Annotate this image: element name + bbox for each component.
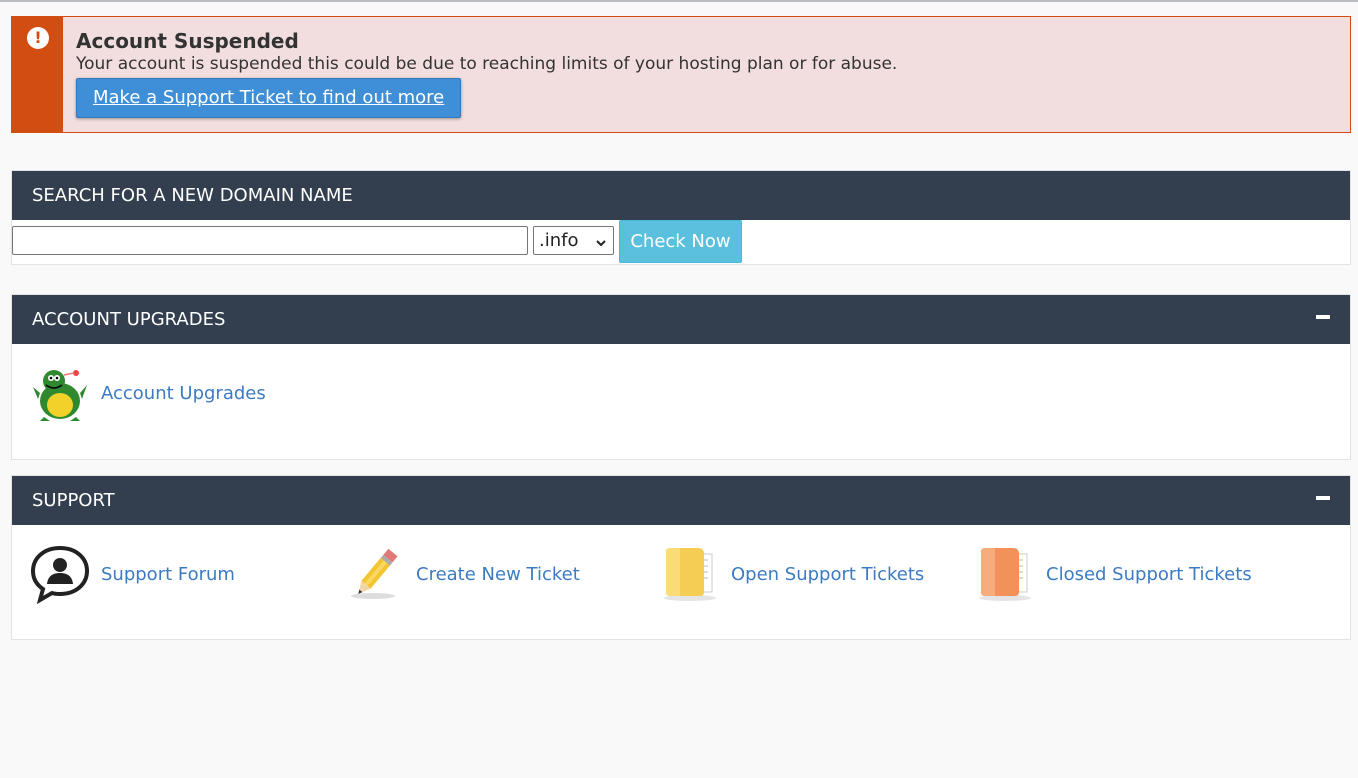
create-new-ticket-label: Create New Ticket xyxy=(416,563,580,585)
open-support-tickets-link[interactable]: Open Support Tickets xyxy=(660,544,924,604)
support-title: SUPPORT xyxy=(32,490,115,511)
collapse-toggle-icon[interactable] xyxy=(1316,315,1330,319)
exclamation-icon: ! xyxy=(27,27,49,49)
account-upgrades-link[interactable]: Account Upgrades xyxy=(30,363,266,423)
chevron-down-icon xyxy=(595,232,607,259)
domain-search-panel: SEARCH FOR A NEW DOMAIN NAME .info Check… xyxy=(11,170,1351,265)
pencil-icon xyxy=(345,544,405,604)
domain-search-input[interactable] xyxy=(12,226,528,255)
account-upgrades-title: ACCOUNT UPGRADES xyxy=(32,309,226,330)
alert-message: Your account is suspended this could be … xyxy=(76,54,898,74)
suspension-alert: ! Account Suspended Your account is susp… xyxy=(11,16,1351,133)
yellow-folder-icon xyxy=(660,544,720,604)
collapse-toggle-icon[interactable] xyxy=(1316,496,1330,500)
chat-bubble-user-icon xyxy=(30,544,90,605)
alert-side-bar: ! xyxy=(12,17,63,132)
domain-search-header: SEARCH FOR A NEW DOMAIN NAME xyxy=(12,171,1350,220)
account-upgrades-header: ACCOUNT UPGRADES xyxy=(12,295,1350,344)
alert-title: Account Suspended xyxy=(76,29,299,53)
closed-support-tickets-link[interactable]: Closed Support Tickets xyxy=(975,544,1252,604)
support-ticket-button[interactable]: Make a Support Ticket to find out more xyxy=(76,78,462,118)
create-new-ticket-link[interactable]: Create New Ticket xyxy=(345,544,580,604)
support-panel: SUPPORT Support Forum Create New Ticket … xyxy=(11,475,1351,640)
dragon-mascot-icon xyxy=(30,363,90,423)
support-header: SUPPORT xyxy=(12,476,1350,525)
account-upgrades-label: Account Upgrades xyxy=(101,382,266,404)
check-now-button[interactable]: Check Now xyxy=(619,220,742,263)
tld-selected-value: .info xyxy=(539,230,579,251)
open-support-tickets-label: Open Support Tickets xyxy=(731,563,925,585)
orange-folder-icon xyxy=(975,544,1035,604)
support-forum-link[interactable]: Support Forum xyxy=(30,544,235,605)
support-forum-label: Support Forum xyxy=(101,563,235,585)
domain-search-title: SEARCH FOR A NEW DOMAIN NAME xyxy=(32,185,353,206)
closed-support-tickets-label: Closed Support Tickets xyxy=(1046,563,1252,585)
account-upgrades-panel: ACCOUNT UPGRADES Account Upgrades xyxy=(11,294,1351,460)
tld-select[interactable]: .info xyxy=(533,226,614,255)
